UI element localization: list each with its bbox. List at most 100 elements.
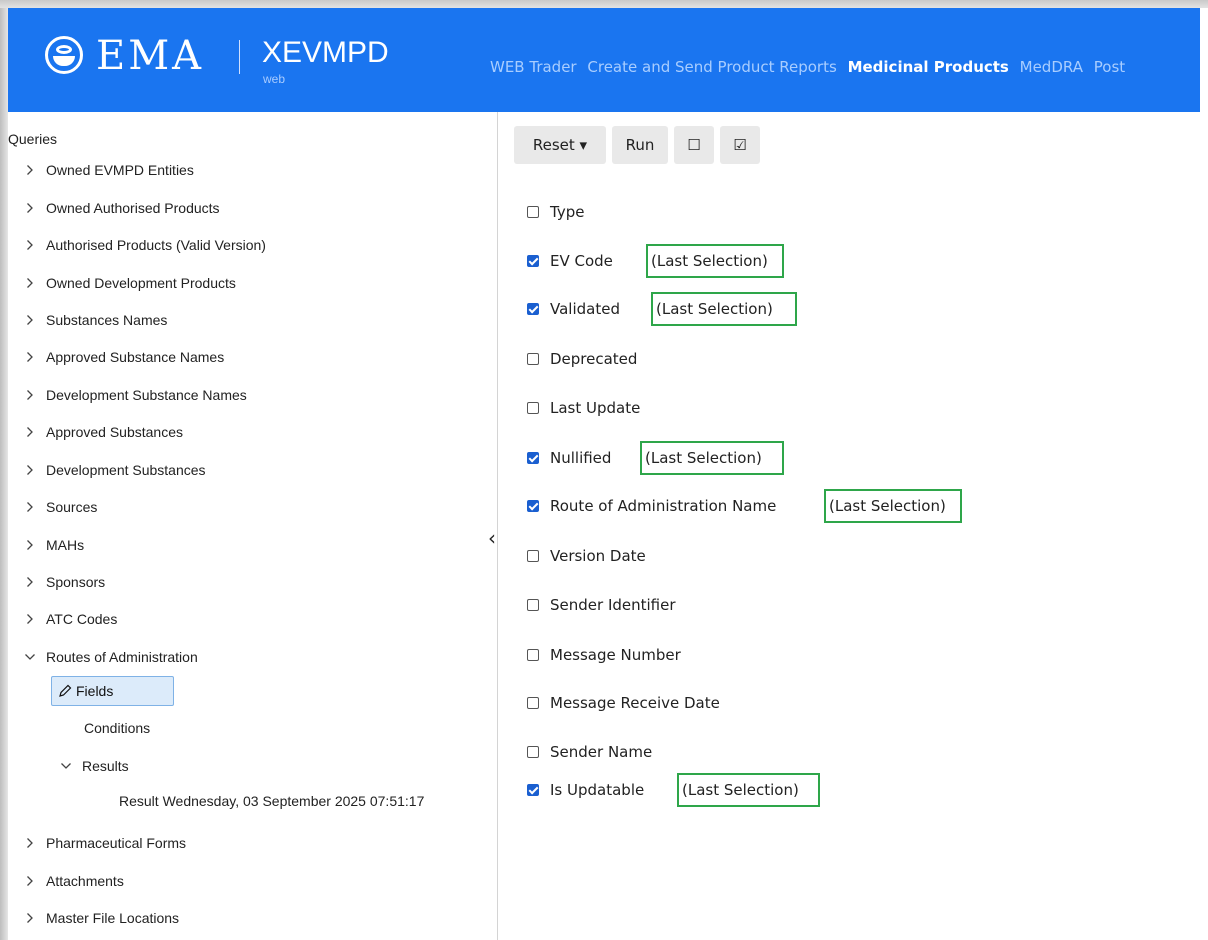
tree-item-label: ATC Codes xyxy=(46,611,118,627)
tree-item-label: Development Substance Names xyxy=(46,387,247,403)
collapse-panel-icon[interactable]: ‹ xyxy=(488,528,496,548)
checkbox-unchecked[interactable] xyxy=(527,649,539,661)
chevron-right-icon xyxy=(22,273,38,293)
panel-divider xyxy=(497,112,498,940)
chevron-right-icon xyxy=(22,347,38,367)
nav-web-trader[interactable]: WEB Trader xyxy=(490,58,577,76)
tree-item[interactable]: Sponsors xyxy=(22,572,105,592)
results-node[interactable]: Results xyxy=(58,756,129,776)
product-name: XEVMPD xyxy=(262,36,389,69)
chevron-right-icon xyxy=(22,422,38,442)
tree-item[interactable]: Approved Substances xyxy=(22,422,183,442)
chevron-down-icon xyxy=(22,647,38,667)
tree-item[interactable]: Approved Substance Names xyxy=(22,347,224,367)
chevron-right-icon xyxy=(22,871,38,891)
tree-item[interactable]: Substances Names xyxy=(22,310,167,330)
field-label: Message Receive Date xyxy=(550,694,720,712)
tree-item-label: Sources xyxy=(46,499,98,515)
product-subtitle: web xyxy=(263,72,286,86)
tree-item-label: Authorised Products (Valid Version) xyxy=(46,237,266,253)
nav-create-send-reports[interactable]: Create and Send Product Reports xyxy=(587,58,836,76)
tree-item-label: MAHs xyxy=(46,537,85,553)
tree-item-label: Approved Substance Names xyxy=(46,349,225,365)
field-label: EV Code xyxy=(550,252,613,270)
tree-item[interactable]: MAHs xyxy=(22,535,84,555)
field-label: Validated xyxy=(550,300,620,318)
conditions-node[interactable]: Conditions xyxy=(84,718,150,738)
checkbox-checked[interactable] xyxy=(527,255,539,267)
tree-item-label: Approved Substances xyxy=(46,424,183,440)
checkbox-unchecked[interactable] xyxy=(527,550,539,562)
tree-item-label: Routes of Administration xyxy=(46,649,198,665)
tree-item[interactable]: Sources xyxy=(22,497,97,517)
ema-logo-icon xyxy=(45,36,83,74)
uncheck-all-button[interactable]: ☐ xyxy=(674,126,714,164)
nav-meddra[interactable]: MedDRA xyxy=(1020,58,1083,76)
chevron-right-icon xyxy=(22,609,38,629)
checkbox-checked[interactable] xyxy=(527,303,539,315)
tree-item-label: Pharmaceutical Forms xyxy=(46,835,187,851)
checkbox-checked[interactable] xyxy=(527,784,539,796)
checkbox-checked[interactable] xyxy=(527,500,539,512)
window-frame-top xyxy=(0,0,1208,8)
tree-item[interactable]: Master File Locations xyxy=(22,908,179,928)
field-label: Nullified xyxy=(550,449,612,467)
tree-item[interactable]: Owned EVMPD Entities xyxy=(22,160,194,180)
reset-dropdown-button[interactable]: Reset ▾ xyxy=(514,126,606,164)
pencil-icon xyxy=(59,684,72,697)
field-label: Sender Name xyxy=(550,743,653,761)
tree-item[interactable]: Development Substance Names xyxy=(22,385,247,405)
checkbox-unchecked[interactable] xyxy=(527,746,539,758)
result-entry[interactable]: Result Wednesday, 03 September 2025 07:5… xyxy=(119,791,424,811)
nav-medicinal-products[interactable]: Medicinal Products xyxy=(848,58,1009,76)
checkbox-checked[interactable] xyxy=(527,452,539,464)
chevron-right-icon xyxy=(22,310,38,330)
chevron-right-icon xyxy=(22,160,38,180)
field-label: Sender Identifier xyxy=(550,596,676,614)
main-nav: WEB Trader Create and Send Product Repor… xyxy=(490,58,1131,76)
last-selection-annotation: (Last Selection) xyxy=(640,441,784,475)
tree-item-label: Sponsors xyxy=(46,574,106,590)
checkbox-unchecked[interactable] xyxy=(527,697,539,709)
field-label: Route of Administration Name xyxy=(550,497,777,515)
tree-item[interactable]: Attachments xyxy=(22,871,124,891)
tree-item[interactable]: Development Substances xyxy=(22,460,206,480)
chevron-right-icon xyxy=(22,535,38,555)
chevron-right-icon xyxy=(22,385,38,405)
tree-item-label: Owned EVMPD Entities xyxy=(46,162,194,178)
checkbox-unchecked[interactable] xyxy=(527,402,539,414)
last-selection-annotation: (Last Selection) xyxy=(677,773,820,807)
run-button[interactable]: Run xyxy=(612,126,668,164)
chevron-right-icon xyxy=(22,572,38,592)
chevron-right-icon xyxy=(22,460,38,480)
checkbox-unchecked[interactable] xyxy=(527,206,539,218)
brand-name: EMA xyxy=(96,33,205,79)
checkbox-unchecked[interactable] xyxy=(527,353,539,365)
tree-item-label: Development Substances xyxy=(46,462,206,478)
chevron-right-icon xyxy=(22,497,38,517)
tree-item[interactable]: Owned Authorised Products xyxy=(22,198,220,218)
tree-item[interactable]: Authorised Products (Valid Version) xyxy=(22,235,266,255)
window-frame-left xyxy=(0,8,8,940)
field-label: Message Number xyxy=(550,646,681,664)
nav-post[interactable]: Post xyxy=(1094,58,1125,76)
tree-item[interactable]: ATC Codes xyxy=(22,609,117,629)
app-header: EMA XEVMPD web WEB Trader Create and Sen… xyxy=(8,8,1200,112)
queries-title: Queries xyxy=(8,131,58,147)
field-label: Type xyxy=(550,203,585,221)
field-label: Last Update xyxy=(550,399,641,417)
tree-item[interactable]: Owned Development Products xyxy=(22,273,236,293)
last-selection-annotation: (Last Selection) xyxy=(651,292,797,326)
tree-item[interactable]: Routes of Administration xyxy=(22,647,198,667)
results-label: Results xyxy=(82,758,129,774)
check-all-button[interactable]: ☑ xyxy=(720,126,760,164)
fields-node-button[interactable]: Fields xyxy=(51,676,174,706)
tree-item-label: Owned Authorised Products xyxy=(46,200,220,216)
tree-item-label: Owned Development Products xyxy=(46,275,236,291)
checkbox-unchecked[interactable] xyxy=(527,599,539,611)
field-label: Version Date xyxy=(550,547,646,565)
last-selection-annotation: (Last Selection) xyxy=(824,489,962,523)
field-label: Is Updatable xyxy=(550,781,645,799)
chevron-down-icon xyxy=(58,756,74,776)
tree-item[interactable]: Pharmaceutical Forms xyxy=(22,833,186,853)
